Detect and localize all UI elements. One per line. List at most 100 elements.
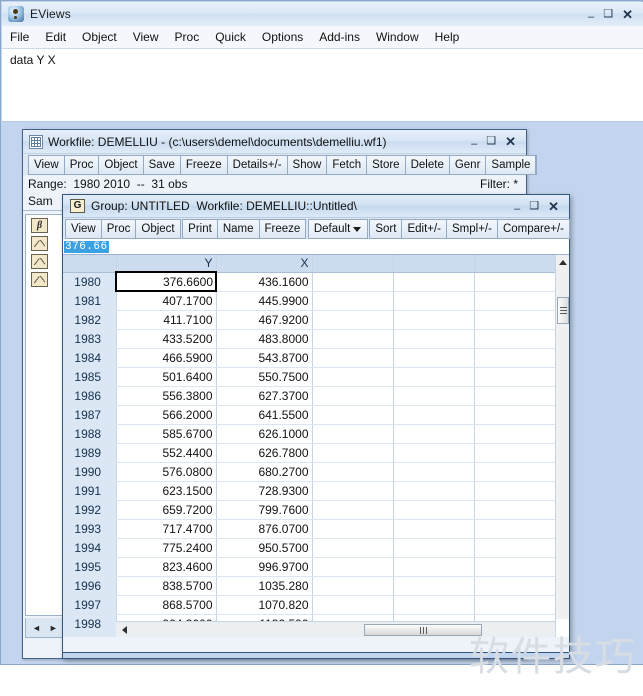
table-row[interactable]: 1984 466.5900 543.8700 (63, 348, 556, 368)
group-proc-button[interactable]: Proc (100, 219, 137, 239)
table-row[interactable]: 1992 659.7200 799.7600 (63, 500, 556, 520)
cell-obs[interactable]: 1985 (63, 367, 117, 387)
cell-y[interactable]: 576.0800 (116, 462, 217, 482)
workfile-genr-button[interactable]: Genr (448, 155, 487, 175)
cell-x[interactable]: 728.9300 (216, 481, 313, 501)
group-minimize-button[interactable]: – (514, 203, 520, 215)
cell-blank[interactable] (474, 424, 556, 444)
workfile-close-button[interactable]: ✕ (505, 135, 516, 148)
hscroll-thumb[interactable] (364, 624, 482, 636)
menu-edit[interactable]: Edit (37, 27, 74, 47)
table-row[interactable]: 1988 585.6700 626.1000 (63, 424, 556, 444)
column-header-x[interactable]: X (216, 255, 313, 273)
workfile-maximize-button[interactable]: ❑ (486, 136, 496, 147)
cell-blank[interactable] (393, 329, 475, 349)
cell-obs[interactable]: 1990 (63, 462, 117, 482)
object-icon-series-1[interactable] (31, 236, 48, 251)
cell-y[interactable]: 566.2000 (116, 405, 217, 425)
cell-blank[interactable] (474, 595, 556, 615)
workfile-object-button[interactable]: Object (98, 155, 144, 175)
app-minimize-button[interactable]: – (588, 11, 594, 23)
group-formula-bar[interactable]: 376.66 (63, 239, 569, 255)
cell-blank[interactable] (393, 367, 475, 387)
cell-blank[interactable] (312, 519, 394, 539)
cell-y[interactable]: 376.6600 (115, 271, 217, 292)
group-edit-toggle-button[interactable]: Edit+/- (401, 219, 448, 239)
cell-x[interactable]: 996.9700 (216, 557, 313, 577)
workfile-minimize-button[interactable]: – (471, 139, 477, 150)
cell-blank[interactable] (393, 272, 475, 292)
menu-window[interactable]: Window (368, 27, 427, 47)
group-print-button[interactable]: Print (182, 219, 218, 239)
table-row[interactable]: 1980 376.6600 436.1600 (63, 271, 556, 292)
table-row[interactable]: 1991 623.1500 728.9300 (63, 481, 556, 501)
cell-y[interactable]: 659.7200 (116, 500, 217, 520)
grid-vertical-scrollbar[interactable] (555, 255, 569, 619)
cell-obs[interactable]: 1981 (63, 291, 117, 311)
cell-blank[interactable] (393, 310, 475, 330)
cell-x[interactable]: 1070.820 (216, 595, 313, 615)
cell-blank[interactable] (312, 405, 394, 425)
table-row[interactable]: 1993 717.4700 876.0700 (63, 519, 556, 539)
cell-x[interactable]: 483.8000 (216, 329, 313, 349)
cell-blank[interactable] (393, 557, 475, 577)
column-header-blank-2[interactable] (393, 255, 475, 273)
cell-obs[interactable]: 1992 (63, 500, 117, 520)
menu-add-ins[interactable]: Add-ins (311, 27, 368, 47)
group-view-dropdown[interactable]: Default (307, 219, 368, 239)
group-view-button[interactable]: View (65, 219, 102, 239)
cell-blank[interactable] (312, 424, 394, 444)
object-icon-series-2[interactable] (31, 254, 48, 269)
group-data-grid[interactable]: Y X 1980 376.6600 436.1600 1981 407.1700 445.… (63, 255, 569, 637)
cell-x[interactable]: 543.8700 (216, 348, 313, 368)
cell-blank[interactable] (474, 272, 556, 292)
group-sort-button[interactable]: Sort (369, 219, 403, 239)
cell-x[interactable]: 950.5700 (216, 538, 313, 558)
cell-y[interactable]: 411.7100 (116, 310, 217, 330)
cell-blank[interactable] (312, 500, 394, 520)
cell-blank[interactable] (393, 348, 475, 368)
cell-obs[interactable]: 1994 (63, 538, 117, 558)
cell-blank[interactable] (393, 291, 475, 311)
cell-y[interactable]: 717.4700 (116, 519, 217, 539)
cell-blank[interactable] (474, 538, 556, 558)
cell-blank[interactable] (312, 329, 394, 349)
cell-blank[interactable] (474, 386, 556, 406)
group-object-button[interactable]: Object (135, 219, 181, 239)
menu-object[interactable]: Object (74, 27, 125, 47)
vscroll-thumb[interactable] (557, 297, 569, 324)
formula-bar-value[interactable]: 376.66 (64, 240, 109, 253)
group-compare-toggle-button[interactable]: Compare+/- (496, 219, 571, 239)
workfile-sample-button[interactable]: Sample (485, 155, 537, 175)
cell-blank[interactable] (474, 329, 556, 349)
column-header-blank-1[interactable] (312, 255, 394, 273)
cell-blank[interactable] (393, 519, 475, 539)
table-row[interactable]: 1994 775.2400 950.5700 (63, 538, 556, 558)
scroll-up-arrow-icon[interactable] (556, 255, 569, 269)
cell-x[interactable]: 626.1000 (216, 424, 313, 444)
table-row[interactable]: 1997 868.5700 1070.820 (63, 595, 556, 615)
table-row[interactable]: 1982 411.7100 467.9200 (63, 310, 556, 330)
cell-y[interactable]: 501.6400 (116, 367, 217, 387)
menu-quick[interactable]: Quick (207, 27, 254, 47)
cell-obs[interactable]: 1999 (63, 633, 117, 637)
command-window[interactable]: data Y X (2, 49, 643, 122)
cell-blank[interactable] (474, 405, 556, 425)
table-row[interactable]: 1995 823.4600 996.9700 (63, 557, 556, 577)
table-row[interactable]: 1987 566.2000 641.5500 (63, 405, 556, 425)
cell-y[interactable]: 623.1500 (116, 481, 217, 501)
cell-obs[interactable]: 1980 (63, 272, 117, 292)
cell-y[interactable]: 552.4400 (116, 443, 217, 463)
cell-blank[interactable] (312, 595, 394, 615)
cell-y[interactable]: 838.5700 (116, 576, 217, 596)
cell-blank[interactable] (312, 272, 394, 292)
cell-blank[interactable] (312, 443, 394, 463)
cell-obs[interactable]: 1986 (63, 386, 117, 406)
table-row[interactable]: 1990 576.0800 680.2700 (63, 462, 556, 482)
cell-x[interactable]: 876.0700 (216, 519, 313, 539)
cell-blank[interactable] (312, 576, 394, 596)
column-header-obs[interactable] (63, 255, 117, 273)
cell-blank[interactable] (393, 386, 475, 406)
cell-obs[interactable]: 1997 (63, 595, 117, 615)
menu-options[interactable]: Options (254, 27, 311, 47)
